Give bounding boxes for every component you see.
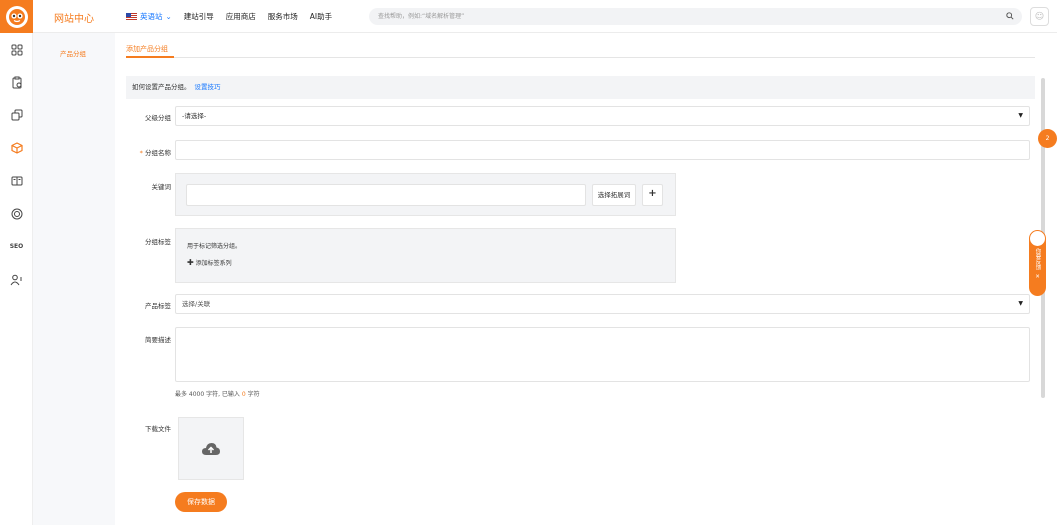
nav-ai-assistant[interactable]: AI助手 bbox=[310, 11, 332, 22]
seo-icon[interactable]: SEO bbox=[9, 239, 24, 254]
help-link[interactable]: 设置技巧 bbox=[195, 83, 221, 91]
users-icon[interactable] bbox=[9, 272, 24, 287]
site-title[interactable]: 网站中心 bbox=[54, 10, 94, 25]
avatar[interactable]: ☺ bbox=[1030, 7, 1049, 26]
add-keyword-button[interactable]: + bbox=[642, 184, 663, 206]
group-name-label: * 分组名称 bbox=[121, 147, 171, 157]
subnav-item-product-group[interactable]: 产品分组 bbox=[60, 48, 86, 58]
notification-badge[interactable]: 2 bbox=[1038, 129, 1057, 148]
keyword-label: 关键词 bbox=[151, 183, 172, 191]
help-banner: 如何设置产品分组。 设置技巧 bbox=[126, 76, 1035, 99]
grid-icon[interactable] bbox=[9, 42, 24, 57]
choose-extension-word-button[interactable]: 选择拓展词 bbox=[592, 184, 636, 206]
nav-app-store[interactable]: 应用商店 bbox=[226, 11, 256, 22]
search-icon[interactable] bbox=[1006, 8, 1014, 26]
top-nav: 英语站 ⌄ 建站引导 应用商店 服务市场 AI助手 bbox=[126, 11, 332, 22]
logo[interactable] bbox=[0, 0, 33, 33]
main-content: 添加产品分组 如何设置产品分组。 设置技巧 父级分组 -请选择- ▼ * 分组名称… bbox=[116, 33, 1057, 525]
parent-group-select[interactable]: -请选择- ▼ bbox=[175, 106, 1030, 126]
help-text: 如何设置产品分组。 bbox=[132, 83, 191, 91]
product-tag-select[interactable]: 选择/关联 ▼ bbox=[175, 294, 1030, 314]
tab-underline bbox=[126, 56, 174, 58]
group-tag-panel: 用于标记筛选分组。 ✚ 添加标签系列 bbox=[175, 228, 676, 283]
tab-divider bbox=[126, 57, 1035, 58]
logo-icon bbox=[5, 5, 28, 28]
plus-icon: ✚ bbox=[187, 258, 194, 267]
char-count-prefix: 最多 4000 字符, 已输入 bbox=[175, 391, 240, 398]
required-mark: * bbox=[139, 149, 143, 157]
caret-down-icon: ▼ bbox=[1018, 300, 1023, 307]
search-placeholder: 查找帮助，例如:“域名解析管理” bbox=[378, 13, 465, 20]
description-textarea[interactable] bbox=[175, 327, 1030, 382]
product-tag-value: 选择/关联 bbox=[182, 300, 211, 308]
copy-icon[interactable] bbox=[9, 107, 24, 122]
keyword-input[interactable] bbox=[186, 184, 586, 206]
char-count-value: 0 bbox=[241, 391, 246, 398]
caret-down-icon: ▼ bbox=[1018, 112, 1023, 119]
language-label: 英语站 bbox=[140, 12, 163, 21]
download-file-label: 下载文件 bbox=[145, 425, 171, 433]
us-flag-icon bbox=[126, 13, 137, 20]
search-input[interactable]: 查找帮助，例如:“域名解析管理” bbox=[369, 8, 1022, 25]
group-tag-label: 分组标签 bbox=[145, 238, 171, 246]
left-sidebar: SEO bbox=[0, 33, 33, 525]
add-tag-series-link[interactable]: ✚ 添加标签系列 bbox=[187, 258, 232, 267]
tab-add-product-group[interactable]: 添加产品分组 bbox=[126, 44, 168, 54]
keyword-panel: 选择拓展词 + bbox=[175, 173, 676, 216]
badge-icon[interactable] bbox=[9, 206, 24, 221]
nav-guide[interactable]: 建站引导 bbox=[184, 11, 214, 22]
top-bar: 网站中心 英语站 ⌄ 建站引导 应用商店 服务市场 AI助手 查找帮助，例如:“… bbox=[0, 0, 1057, 33]
cloud-upload-icon bbox=[202, 442, 220, 455]
group-name-input[interactable] bbox=[175, 140, 1030, 160]
group-tag-hint: 用于标记筛选分组。 bbox=[187, 243, 242, 250]
cube-icon[interactable] bbox=[9, 140, 24, 155]
feedback-tab[interactable]: 你要反馈 ✕ bbox=[1029, 230, 1046, 296]
parent-group-label: 父级分组 bbox=[145, 114, 171, 122]
close-icon[interactable]: ✕ bbox=[1035, 274, 1041, 280]
language-switch[interactable]: 英语站 ⌄ bbox=[126, 11, 172, 22]
char-count-suffix: 字符 bbox=[247, 391, 260, 398]
chevron-down-icon: ⌄ bbox=[165, 12, 172, 21]
group-name-label-text: 分组名称 bbox=[145, 149, 171, 157]
sub-navigation: 产品分组 bbox=[33, 33, 115, 525]
book-icon[interactable] bbox=[9, 173, 24, 188]
save-button[interactable]: 保存数据 bbox=[175, 492, 227, 512]
description-char-count: 最多 4000 字符, 已输入 0 字符 bbox=[175, 389, 260, 398]
file-upload-box[interactable] bbox=[178, 417, 244, 480]
clipboard-icon[interactable] bbox=[9, 75, 24, 90]
feedback-icon bbox=[1030, 231, 1045, 246]
nav-service-market[interactable]: 服务市场 bbox=[268, 11, 298, 22]
product-tag-label: 产品标签 bbox=[145, 302, 171, 310]
description-label: 简要描述 bbox=[145, 336, 171, 344]
parent-group-value: -请选择- bbox=[182, 112, 207, 120]
add-tag-series-text: 添加标签系列 bbox=[195, 260, 232, 267]
feedback-label: 你要反馈 bbox=[1034, 248, 1041, 270]
